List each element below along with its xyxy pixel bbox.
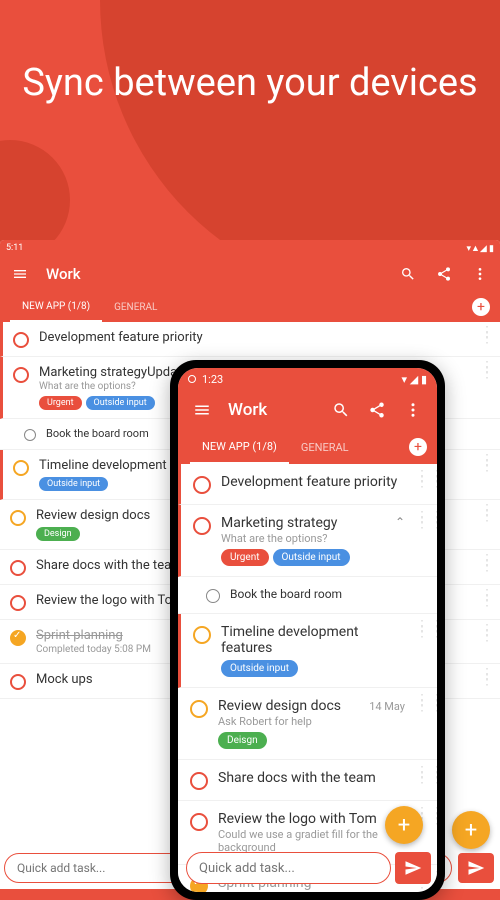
task-checkbox[interactable] (13, 332, 29, 348)
tag-blue: Outside input (273, 549, 350, 566)
subtask-row[interactable]: Book the board room (178, 577, 437, 614)
tag-blue: Outside input (221, 660, 298, 677)
tag-green: Design (36, 527, 80, 541)
drag-handle-icon[interactable]: ⋮⋮⋮⋮ (415, 515, 425, 526)
task-date: 14 May (369, 700, 405, 714)
tag-red: Urgent (221, 549, 269, 566)
drag-handle-icon[interactable]: ⋮⋮⋮⋮ (415, 474, 425, 485)
task-checkbox[interactable] (190, 772, 208, 790)
tab-general[interactable]: GENERAL (289, 430, 361, 464)
tab-new-app[interactable]: NEW APP (1/8) (190, 430, 289, 464)
task-checkbox[interactable] (10, 595, 26, 611)
send-button[interactable] (395, 852, 431, 884)
drag-handle-icon[interactable]: ⋮⋮⋮⋮ (480, 330, 490, 341)
task-title: Review the logo with Tom (36, 593, 183, 608)
drag-handle-icon[interactable]: ⋮⋮⋮⋮ (480, 458, 490, 469)
task-title: Mock ups (36, 672, 93, 687)
task-title: Timeline development features (221, 624, 405, 656)
task-subtitle: What are the options? (221, 532, 385, 545)
menu-icon[interactable] (192, 400, 212, 420)
task-subtitle: Ask Robert for help (218, 715, 405, 728)
search-icon[interactable] (398, 264, 418, 284)
more-icon[interactable] (403, 400, 423, 420)
task-title: Development feature priority (221, 474, 397, 490)
drag-handle-icon[interactable]: ⋮⋮⋮⋮ (415, 770, 425, 781)
tag-red: Urgent (39, 396, 82, 410)
task-subtitle: Could we use a gradiet fill for the back… (218, 828, 405, 854)
add-tab-button[interactable]: + (472, 298, 490, 316)
task-row[interactable]: Review design docs 14 MayAsk Robert for h… (178, 688, 437, 760)
drag-handle-icon[interactable]: ⋮⋮⋮⋮ (480, 593, 490, 604)
task-checkbox[interactable] (193, 517, 211, 535)
status-bar: 1:23 ▾ ◢ ▮ (178, 368, 437, 390)
task-title: Share docs with the team (36, 558, 183, 573)
hero-title: Sync between your devices (0, 0, 500, 108)
task-checkbox[interactable] (10, 560, 26, 576)
quick-add-bar[interactable] (186, 852, 391, 884)
drag-handle-icon[interactable]: ⋮⋮⋮⋮ (480, 558, 490, 569)
quick-add-input[interactable] (199, 861, 378, 876)
status-time: 5:11 (6, 243, 466, 253)
task-row[interactable]: Share docs with the team ⋮⋮⋮⋮ (178, 760, 437, 801)
fab-add[interactable]: + (385, 806, 423, 844)
task-title: Book the board room (230, 587, 425, 601)
appbar-title: Work (46, 265, 382, 283)
add-tab-button[interactable]: + (409, 438, 427, 456)
fab-add[interactable]: + (452, 811, 490, 849)
status-icons: ▾ ◢ ▮ (402, 373, 428, 386)
status-bar: 5:11 ▾▲◢ ▮ (0, 240, 500, 256)
task-checkbox[interactable] (193, 476, 211, 494)
task-title: Share docs with the team (218, 770, 376, 786)
task-checkbox[interactable] (13, 367, 29, 383)
tab-general[interactable]: GENERAL (102, 292, 169, 322)
task-row[interactable]: Marketing strategyWhat are the options? U… (178, 505, 437, 577)
task-checkbox[interactable] (24, 429, 36, 441)
share-icon[interactable] (434, 264, 454, 284)
more-icon[interactable] (470, 264, 490, 284)
task-checkbox[interactable] (10, 510, 26, 526)
appbar-title: Work (228, 400, 315, 420)
task-title: Review design docs (218, 698, 341, 714)
task-title: Sprint planning (36, 628, 123, 643)
send-button[interactable] (458, 853, 494, 883)
task-title: Review design docs (36, 508, 150, 523)
status-icons: ▾▲◢ ▮ (466, 243, 494, 254)
camera-cutout (188, 375, 196, 383)
task-checkbox[interactable] (193, 626, 211, 644)
menu-icon[interactable] (10, 264, 30, 284)
drag-handle-icon[interactable]: ⋮⋮⋮⋮ (480, 508, 490, 519)
tab-new-app[interactable]: NEW APP (1/8) (10, 292, 102, 322)
tag-blue: Outside input (86, 396, 155, 410)
task-checkbox[interactable] (190, 700, 208, 718)
task-checkbox-done[interactable] (10, 630, 26, 646)
task-checkbox[interactable] (10, 674, 26, 690)
tag-green: Deisgn (218, 732, 267, 749)
tag-blue: Outside input (39, 477, 108, 491)
search-icon[interactable] (331, 400, 351, 420)
share-icon[interactable] (367, 400, 387, 420)
task-title: Review the logo with Tom (218, 811, 377, 827)
task-checkbox[interactable] (13, 460, 29, 476)
task-row[interactable]: Development feature priority ⋮⋮⋮⋮ (0, 322, 500, 357)
status-time: 1:23 (202, 373, 402, 386)
drag-handle-icon[interactable]: ⋮⋮⋮⋮ (480, 628, 490, 639)
task-title: Marketing strategy (221, 515, 337, 531)
drag-handle-icon[interactable]: ⋮⋮⋮⋮ (480, 672, 490, 683)
phone-device: 1:23 ▾ ◢ ▮ Work NEW APP (1/8) GENERAL + … (170, 360, 445, 900)
collapse-icon[interactable]: ⌃ (395, 515, 405, 529)
drag-handle-icon[interactable]: ⋮⋮⋮⋮ (480, 365, 490, 376)
task-checkbox[interactable] (190, 813, 208, 831)
task-row[interactable]: Development feature priority ⋮⋮⋮⋮ (178, 464, 437, 505)
task-checkbox[interactable] (206, 589, 220, 603)
task-row[interactable]: Timeline development features Outside inp… (178, 614, 437, 688)
task-title: Development feature priority (39, 330, 203, 345)
drag-handle-icon[interactable]: ⋮⋮⋮⋮ (415, 698, 425, 709)
drag-handle-icon[interactable]: ⋮⋮⋮⋮ (415, 624, 425, 635)
